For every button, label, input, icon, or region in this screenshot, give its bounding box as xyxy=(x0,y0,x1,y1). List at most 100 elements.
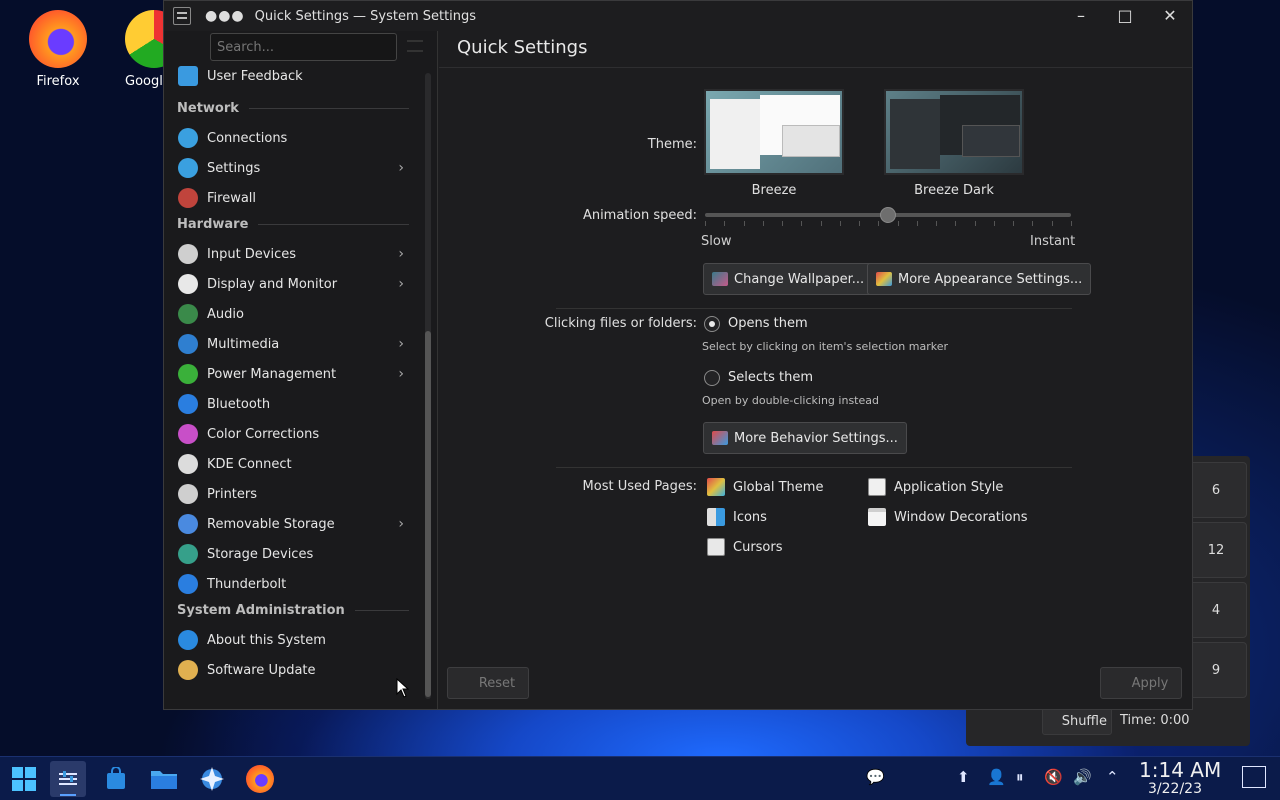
most-used-label-text: Application Style xyxy=(894,479,1004,495)
clock-date[interactable]: 3/22/23 xyxy=(1148,781,1202,797)
more-behavior-settings-button[interactable]: More Behavior Settings... xyxy=(703,422,907,454)
selects-them-label[interactable]: Selects them xyxy=(728,370,813,385)
user-switch-icon[interactable]: 👤 xyxy=(987,768,1006,786)
show-desktop-button[interactable] xyxy=(1242,766,1266,788)
sidebar-item-removable-storage[interactable]: Removable Storage › xyxy=(174,509,412,539)
search-input[interactable] xyxy=(210,33,397,61)
most-used-label-text: Global Theme xyxy=(733,479,824,495)
sidebar-item-user-feedback[interactable]: User Feedback xyxy=(174,61,412,91)
opens-them-hint: Select by clicking on item's selection m… xyxy=(702,340,948,353)
sidebar-item-label: About this System xyxy=(207,632,326,648)
most-used-label-text: Icons xyxy=(733,509,767,525)
slider-handle[interactable] xyxy=(880,207,896,223)
slider-tick xyxy=(993,221,995,226)
slider-tick xyxy=(859,221,861,226)
maximize-button[interactable]: □ xyxy=(1114,5,1136,27)
sidebar-item-label: Color Corrections xyxy=(207,426,320,442)
button-label: More Appearance Settings... xyxy=(898,271,1083,287)
sidebar-item-software-update[interactable]: Software Update xyxy=(174,655,412,685)
puzzle-tile[interactable]: 9 xyxy=(1185,642,1247,698)
sidebar-item-audio[interactable]: Audio xyxy=(174,299,412,329)
sidebar-item-color-corrections[interactable]: Color Corrections xyxy=(174,419,412,449)
mouse-icon xyxy=(178,244,198,264)
sidebar-item-power-management[interactable]: Power Management › xyxy=(174,359,412,389)
sidebar-item-thunderbolt[interactable]: Thunderbolt xyxy=(174,569,412,599)
updates-icon[interactable]: ⬆ xyxy=(957,768,970,786)
sidebar-item-storage-devices[interactable]: Storage Devices xyxy=(174,539,412,569)
slider-tick xyxy=(897,221,899,226)
most-used-global-theme[interactable]: Global Theme xyxy=(707,478,823,496)
taskbar-system-settings[interactable] xyxy=(50,761,86,797)
sidebar-item-label: Power Management xyxy=(207,366,337,382)
sidebar-item-multimedia[interactable]: Multimedia › xyxy=(174,329,412,359)
info-icon xyxy=(178,630,198,650)
media-pause-icon[interactable]: ⏸ xyxy=(1016,768,1024,786)
taskbar-file-manager[interactable] xyxy=(146,761,182,797)
minimize-button[interactable]: – xyxy=(1070,5,1092,27)
main-panel: Quick Settings Theme: Breeze Breeze Dark… xyxy=(439,31,1192,709)
wallpaper-icon xyxy=(712,272,728,286)
desktop-icon-firefox[interactable]: Firefox xyxy=(18,10,98,89)
notifications-icon[interactable]: 💬 xyxy=(866,768,885,786)
system-settings-window: ●●● Quick Settings — System Settings – □… xyxy=(163,0,1193,710)
slider-tick xyxy=(782,221,784,226)
show-hidden-icons-chevron-up-icon[interactable]: ⌃ xyxy=(1106,768,1119,786)
most-used-window-decorations[interactable]: Window Decorations xyxy=(868,508,1028,526)
multimedia-icon xyxy=(178,334,198,354)
firewall-icon xyxy=(178,188,198,208)
reset-button[interactable]: Reset xyxy=(447,667,529,699)
sidebar-item-connections[interactable]: Connections xyxy=(174,123,412,153)
chevron-right-icon: › xyxy=(398,246,404,262)
system-settings-icon xyxy=(59,771,77,785)
mute-icon[interactable]: 🔇 xyxy=(1044,768,1063,786)
sidebar-item-label: Software Update xyxy=(207,662,316,678)
selects-them-radio[interactable] xyxy=(704,370,720,386)
title-bar[interactable]: ●●● Quick Settings — System Settings – □… xyxy=(164,1,1192,31)
window-menu-icon[interactable] xyxy=(173,7,191,25)
opens-them-radio[interactable] xyxy=(704,316,720,332)
most-used-application-style[interactable]: Application Style xyxy=(868,478,1003,496)
cursors-icon xyxy=(707,538,725,556)
theme-card-breeze[interactable] xyxy=(704,89,844,175)
sidebar-item-label: User Feedback xyxy=(207,68,303,84)
storage-icon xyxy=(178,544,198,564)
puzzle-tile[interactable]: 6 xyxy=(1185,462,1247,518)
scrollbar-thumb[interactable] xyxy=(425,331,431,697)
volume-icon[interactable]: 🔊 xyxy=(1073,768,1092,786)
sidebar-item-bluetooth[interactable]: Bluetooth xyxy=(174,389,412,419)
slider-tick xyxy=(955,221,957,226)
puzzle-tile[interactable]: 12 xyxy=(1185,522,1247,578)
theme-label: Theme: xyxy=(647,137,697,152)
taskbar-firefox[interactable] xyxy=(242,761,278,797)
clock-time[interactable]: 1:14 AM xyxy=(1139,758,1221,782)
sidebar-item-label: Removable Storage xyxy=(207,516,335,532)
sidebar-item-settings[interactable]: Settings › xyxy=(174,153,412,183)
opens-them-label[interactable]: Opens them xyxy=(728,316,808,331)
sidebar-item-kde-connect[interactable]: KDE Connect xyxy=(174,449,412,479)
puzzle-tile[interactable]: 4 xyxy=(1185,582,1247,638)
sidebar-item-display-and-monitor[interactable]: Display and Monitor › xyxy=(174,269,412,299)
most-used-cursors[interactable]: Cursors xyxy=(707,538,783,556)
sidebar-item-firewall[interactable]: Firewall xyxy=(174,183,412,213)
sidebar-item-label: Audio xyxy=(207,306,244,322)
apply-button[interactable]: Apply xyxy=(1100,667,1182,699)
monitor-icon xyxy=(178,274,198,294)
taskbar-app[interactable] xyxy=(194,761,230,797)
hamburger-menu-icon[interactable] xyxy=(407,40,423,52)
change-wallpaper-button[interactable]: Change Wallpaper... xyxy=(703,263,874,295)
slider-tick xyxy=(724,221,726,226)
start-menu-button[interactable] xyxy=(6,761,42,797)
most-used-icons[interactable]: Icons xyxy=(707,508,767,526)
sidebar-item-printers[interactable]: Printers xyxy=(174,479,412,509)
shuffle-button[interactable]: Shuffle xyxy=(1042,707,1112,735)
theme-card-breeze-dark[interactable] xyxy=(884,89,1024,175)
sidebar-item-input-devices[interactable]: Input Devices › xyxy=(174,239,412,269)
sidebar-item-about-this-system[interactable]: About this System xyxy=(174,625,412,655)
slider-tick xyxy=(974,221,976,226)
sidebar-scrollbar[interactable] xyxy=(425,73,431,699)
taskbar-discover[interactable] xyxy=(98,761,134,797)
sidebar-item-label: Firewall xyxy=(207,190,257,206)
more-appearance-settings-button[interactable]: More Appearance Settings... xyxy=(867,263,1092,295)
feedback-icon xyxy=(178,66,198,86)
close-button[interactable]: ✕ xyxy=(1159,5,1181,27)
